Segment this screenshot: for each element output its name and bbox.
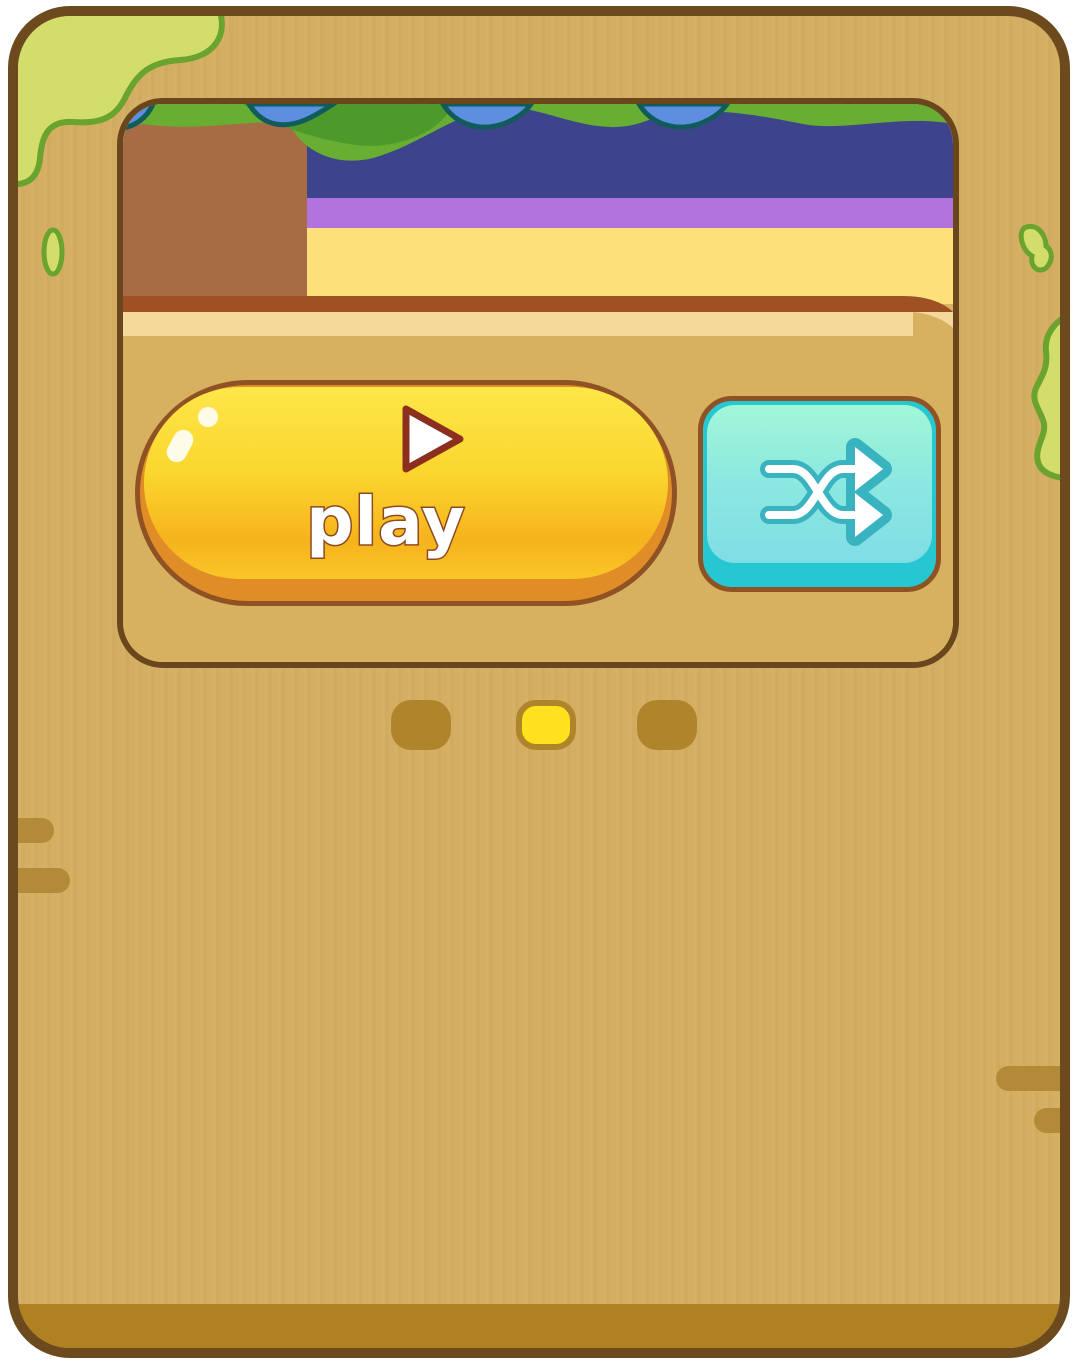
moss-drop-left [41,227,65,277]
page-indicator [0,700,1078,750]
shuffle-icon [760,438,892,546]
plank-mark [18,818,54,843]
moss-drop-right [1018,224,1054,273]
plank-mark [18,868,70,893]
game-preview-card: play [117,98,959,668]
plank-mark [996,1066,1060,1091]
plank-mark [1034,1108,1060,1133]
play-triangle-icon [402,405,464,473]
moss-decoration-right [1031,316,1060,481]
shuffle-button[interactable] [698,396,941,592]
board-inner-rim [18,1232,1060,1312]
page-dot-1[interactable] [391,700,451,750]
shine-highlight [198,407,218,427]
page-dot-2-active[interactable] [516,700,576,750]
page-dot-3[interactable] [637,700,697,750]
play-button[interactable]: play [135,380,677,606]
play-button-label: play [305,482,466,562]
